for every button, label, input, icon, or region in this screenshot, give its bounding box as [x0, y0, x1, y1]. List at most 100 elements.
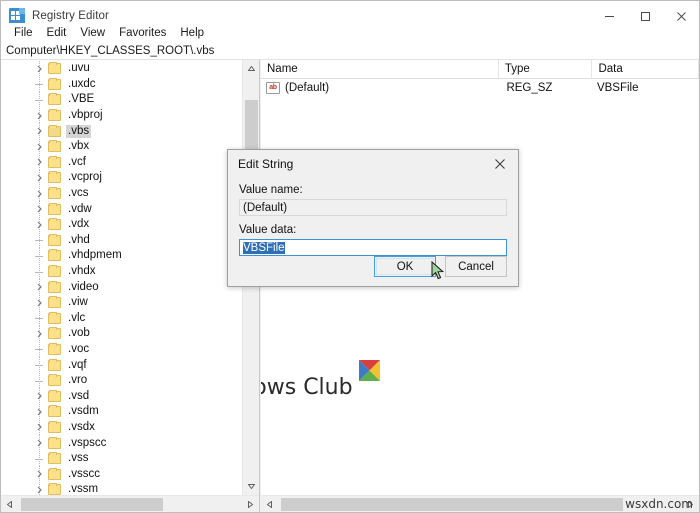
- table-row[interactable]: ab (Default) REG_SZ VBSFile: [261, 79, 699, 96]
- tree-item[interactable]: .vdw: [1, 201, 242, 217]
- ab-string-icon: ab: [266, 81, 280, 94]
- tree-item[interactable]: .vbproj: [1, 107, 242, 124]
- registry-icon: [9, 8, 25, 24]
- tree-item[interactable]: .vss: [1, 450, 242, 467]
- tree-horizontal-scrollbar[interactable]: [1, 495, 259, 512]
- tree-item[interactable]: .vssm: [1, 482, 242, 495]
- chevron-right-icon[interactable]: [34, 142, 44, 152]
- chevron-right-icon[interactable]: [34, 438, 44, 448]
- folder-icon: [48, 280, 61, 293]
- scroll-left-icon[interactable]: [261, 496, 278, 512]
- value-name-label: Value name:: [239, 184, 303, 196]
- chevron-right-icon[interactable]: [34, 220, 44, 230]
- menu-bar: File Edit View Favorites Help: [1, 23, 699, 42]
- chevron-right-icon[interactable]: [34, 298, 44, 308]
- ok-button[interactable]: OK: [374, 256, 436, 277]
- registry-tree-pane: .uvu .uxdc .VBE .vbproj .vbs .vbx .vcf .vcproj.…: [1, 60, 260, 512]
- tree-item-label: .vdx: [68, 218, 90, 231]
- tree-item[interactable]: .uvu: [1, 61, 242, 77]
- tree-item[interactable]: .vhdpmem: [1, 248, 242, 264]
- cancel-button[interactable]: Cancel: [445, 256, 507, 277]
- value-name-field[interactable]: (Default): [239, 199, 507, 216]
- menu-view[interactable]: View: [73, 25, 112, 41]
- tree-item-label: .vdw: [68, 202, 92, 215]
- folder-icon: [48, 483, 61, 495]
- tree-item[interactable]: .VBE: [1, 92, 242, 108]
- chevron-right-icon[interactable]: [34, 189, 44, 199]
- tree-item[interactable]: .viw: [1, 294, 242, 311]
- tree-connector: [35, 365, 43, 367]
- tree-item[interactable]: .uxdc: [1, 76, 242, 93]
- menu-help[interactable]: Help: [173, 25, 211, 41]
- chevron-right-icon[interactable]: [34, 422, 44, 432]
- column-header-type[interactable]: Type: [499, 60, 593, 79]
- tree-item-label: .vlc: [68, 311, 86, 324]
- tree-item[interactable]: .vhdx: [1, 263, 242, 280]
- value-data-field[interactable]: VBSFile: [239, 239, 507, 256]
- chevron-right-icon[interactable]: [34, 111, 44, 121]
- folder-icon: [48, 187, 61, 200]
- tree-item[interactable]: .vsscc: [1, 466, 242, 483]
- chevron-right-icon[interactable]: [34, 173, 44, 183]
- tree-item[interactable]: .vro: [1, 372, 242, 389]
- folder-icon: [48, 327, 61, 340]
- tree-item-label: .vsd: [68, 389, 90, 402]
- tree-item[interactable]: .vcf: [1, 154, 242, 171]
- chevron-right-icon[interactable]: [34, 126, 44, 136]
- address-bar[interactable]: Computer\HKEY_CLASSES_ROOT\.vbs: [1, 42, 699, 60]
- tree-item-label: .vhd: [68, 233, 90, 246]
- tree-item[interactable]: .vbs: [1, 123, 242, 139]
- edit-string-dialog: Edit String Value name: (Default) Value …: [227, 149, 519, 287]
- dialog-body: Value name: (Default) Value data: VBSFil…: [228, 178, 518, 256]
- tree-item[interactable]: .vob: [1, 326, 242, 342]
- tree-item[interactable]: .vsdx: [1, 419, 242, 436]
- tree-item-label: .uxdc: [68, 77, 96, 90]
- tree-item[interactable]: .vcproj: [1, 170, 242, 186]
- dialog-title: Edit String: [238, 157, 294, 171]
- chevron-right-icon[interactable]: [34, 329, 44, 339]
- tree-item[interactable]: .vbx: [1, 138, 242, 155]
- scroll-down-icon[interactable]: [243, 478, 259, 495]
- tree-item-label: .vob: [68, 327, 90, 340]
- tree-item[interactable]: .vsdm: [1, 404, 242, 420]
- scroll-left-icon[interactable]: [1, 496, 18, 512]
- tree-item-label: .uvu: [68, 62, 90, 75]
- menu-favorites[interactable]: Favorites: [112, 25, 173, 41]
- tree-item[interactable]: .vcs: [1, 185, 242, 202]
- scroll-up-icon[interactable]: [243, 60, 259, 77]
- registry-tree: .uvu .uxdc .VBE .vbproj .vbs .vbx .vcf .vcproj.…: [1, 60, 242, 495]
- chevron-right-icon[interactable]: [34, 391, 44, 401]
- tree-item[interactable]: .vlc: [1, 310, 242, 327]
- chevron-right-icon[interactable]: [34, 407, 44, 417]
- close-icon[interactable]: [482, 150, 518, 178]
- chevron-right-icon[interactable]: [34, 282, 44, 292]
- tree-item[interactable]: .vdx: [1, 216, 242, 233]
- tree-item[interactable]: .vsd: [1, 388, 242, 405]
- chevron-right-icon[interactable]: [34, 485, 44, 495]
- tree-item-label: .vhdx: [68, 265, 96, 278]
- chevron-right-icon[interactable]: [34, 64, 44, 74]
- list-column-headers: Name Type Data: [261, 60, 699, 79]
- menu-edit[interactable]: Edit: [40, 25, 74, 41]
- scroll-right-icon[interactable]: [242, 496, 259, 512]
- chevron-right-icon[interactable]: [34, 204, 44, 214]
- folder-icon: [48, 124, 61, 137]
- tree-item-label: .vbx: [68, 140, 90, 153]
- tree-hscroll-thumb[interactable]: [21, 498, 163, 511]
- folder-icon: [48, 296, 61, 309]
- tree-item[interactable]: .vqf: [1, 357, 242, 373]
- value-data-text: VBSFile: [243, 242, 285, 254]
- column-header-data[interactable]: Data: [592, 60, 699, 79]
- column-header-name[interactable]: Name: [261, 60, 499, 79]
- folder-icon: [48, 405, 61, 418]
- tree-item[interactable]: .video: [1, 279, 242, 295]
- tree-item[interactable]: .voc: [1, 341, 242, 358]
- list-hscroll-thumb[interactable]: [281, 498, 623, 511]
- tree-item[interactable]: .vspscc: [1, 435, 242, 451]
- chevron-right-icon[interactable]: [34, 469, 44, 479]
- folder-icon: [48, 311, 61, 324]
- tree-item[interactable]: .vhd: [1, 232, 242, 249]
- folder-icon: [48, 436, 61, 449]
- menu-file[interactable]: File: [7, 25, 40, 41]
- chevron-right-icon[interactable]: [34, 157, 44, 167]
